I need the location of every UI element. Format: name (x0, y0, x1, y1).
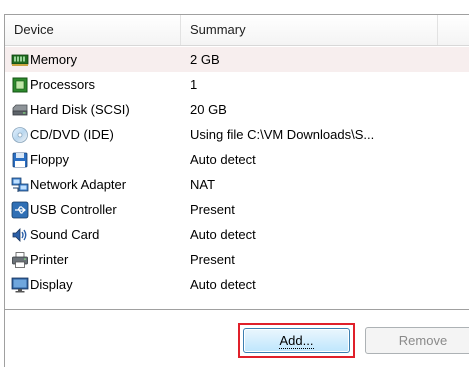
column-header-device[interactable]: Device (5, 15, 181, 45)
device-row-sound-card[interactable]: Sound Card Auto detect (5, 222, 469, 247)
device-summary: 2 GB (190, 52, 220, 67)
display-icon (11, 276, 29, 294)
device-row-cd-dvd[interactable]: CD/DVD (IDE) Using file C:\VM Downloads\… (5, 122, 469, 147)
device-list[interactable]: Device Summary Memory 2 GB Processors 1 … (5, 15, 469, 310)
device-summary: NAT (190, 177, 216, 192)
hard-disk-icon (11, 101, 29, 119)
device-name: Hard Disk (SCSI) (30, 102, 130, 117)
device-name: Network Adapter (30, 177, 127, 192)
device-summary: Auto detect (190, 277, 256, 292)
device-row-display[interactable]: Display Auto detect (5, 272, 469, 297)
column-header-summary[interactable]: Summary (181, 15, 438, 45)
floppy-icon (11, 151, 29, 169)
device-summary: Auto detect (190, 152, 256, 167)
device-summary: Auto detect (190, 227, 256, 242)
device-summary: Using file C:\VM Downloads\S... (190, 127, 375, 142)
device-name: Display (30, 277, 73, 292)
cd-dvd-icon (11, 126, 29, 144)
network-adapter-icon (11, 176, 29, 194)
device-row-network-adapter[interactable]: Network Adapter NAT (5, 172, 469, 197)
device-row-printer[interactable]: Printer Present (5, 247, 469, 272)
device-summary: Present (190, 252, 235, 267)
device-row-hard-disk[interactable]: Hard Disk (SCSI) 20 GB (5, 97, 469, 122)
add-button-highlight: Add... (238, 323, 355, 358)
device-summary: 1 (190, 77, 198, 92)
list-header: Device Summary (5, 15, 469, 46)
printer-icon (11, 251, 29, 269)
device-row-memory[interactable]: Memory 2 GB (5, 47, 469, 72)
device-row-usb-controller[interactable]: USB Controller Present (5, 197, 469, 222)
device-name: Memory (30, 52, 77, 67)
device-row-processors[interactable]: Processors 1 (5, 72, 469, 97)
processor-icon (11, 76, 29, 94)
hardware-panel: Device Summary Memory 2 GB Processors 1 … (4, 14, 469, 367)
device-summary: Present (190, 202, 235, 217)
sound-card-icon (11, 226, 29, 244)
usb-icon (11, 201, 29, 219)
device-rows: Memory 2 GB Processors 1 Hard Disk (SCSI… (5, 47, 469, 297)
remove-button[interactable]: Remove (365, 327, 469, 354)
add-button-label: Add... (278, 333, 315, 349)
device-summary: 20 GB (190, 102, 227, 117)
button-bar: Add... Remove (5, 310, 469, 368)
memory-icon (11, 51, 29, 69)
device-name: Processors (30, 77, 96, 92)
device-name: Printer (30, 252, 69, 267)
device-name: Floppy (30, 152, 70, 167)
device-name: CD/DVD (IDE) (30, 127, 114, 142)
add-button[interactable]: Add... (243, 328, 350, 353)
device-name: USB Controller (30, 202, 117, 217)
device-row-floppy[interactable]: Floppy Auto detect (5, 147, 469, 172)
device-name: Sound Card (30, 227, 100, 242)
